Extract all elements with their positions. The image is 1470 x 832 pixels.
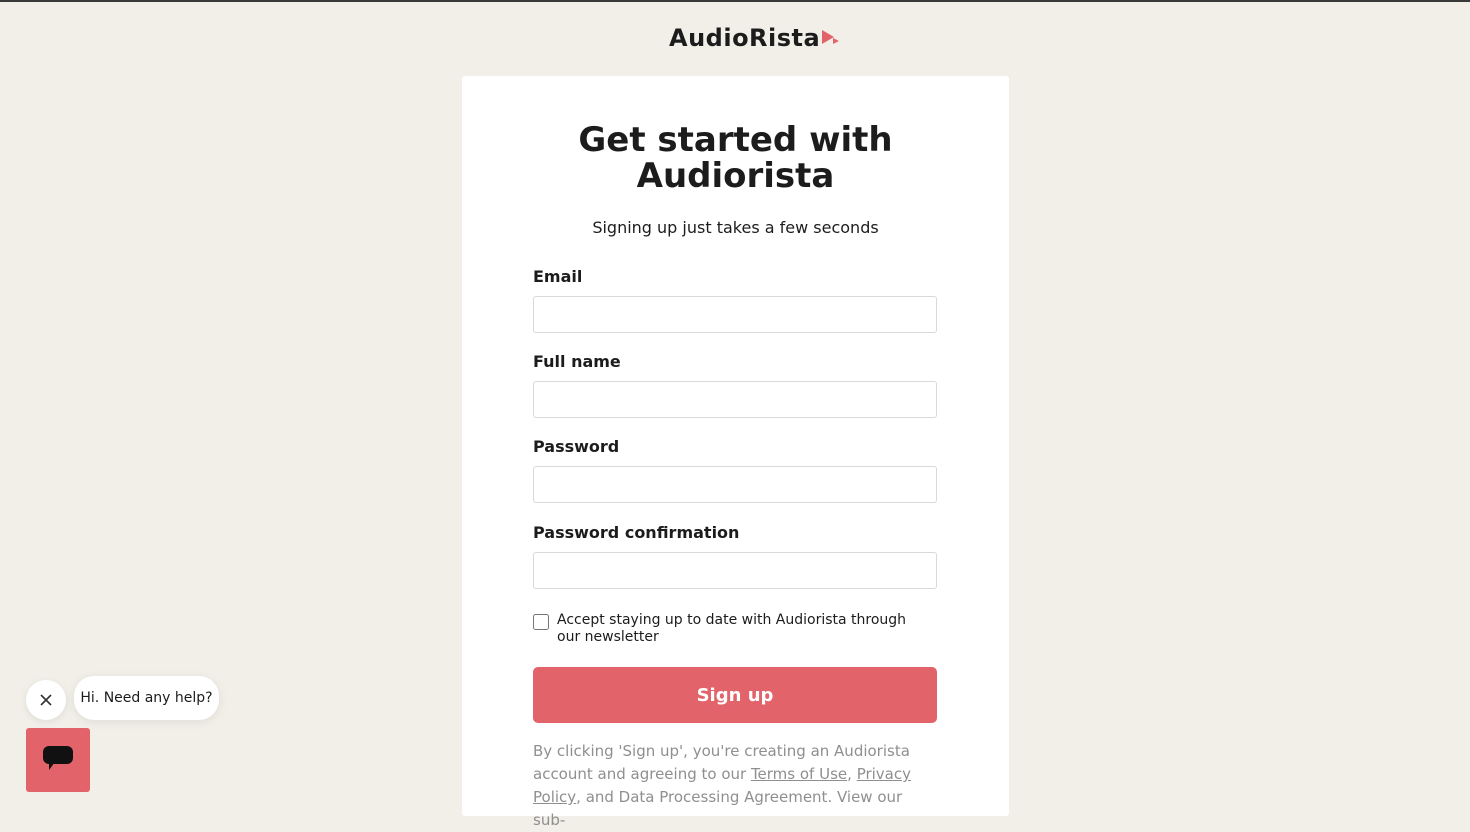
legal-notice: By clicking 'Sign up', you're creating a…	[533, 740, 937, 832]
password-confirmation-field[interactable]	[533, 552, 937, 589]
terms-of-use-link[interactable]: Terms of Use	[751, 765, 847, 783]
password-label: Password	[533, 437, 620, 456]
sign-up-button[interactable]: Sign up	[533, 667, 937, 723]
page-subtitle: Signing up just takes a few seconds	[592, 218, 879, 237]
email-label: Email	[533, 267, 583, 286]
title-line-1: Get started with	[578, 120, 893, 160]
chat-launcher-button[interactable]	[26, 728, 90, 792]
password-field[interactable]	[533, 466, 937, 503]
close-icon	[40, 691, 52, 710]
full-name-label: Full name	[533, 352, 621, 371]
logo-text: AudioRista	[669, 24, 821, 52]
newsletter-label[interactable]: Accept staying up to date with Audiorist…	[557, 612, 927, 646]
page-title: Get started with Audiorista	[462, 122, 1009, 194]
chat-close-button[interactable]	[26, 680, 66, 720]
password-confirmation-label: Password confirmation	[533, 523, 740, 542]
chat-bubble-icon	[42, 744, 74, 776]
legal-text-after: , and Data Processing Agreement. View ou…	[533, 788, 903, 829]
full-name-field[interactable]	[533, 381, 937, 418]
chat-greeting-bubble[interactable]: Hi. Need any help?	[74, 676, 219, 720]
newsletter-checkbox[interactable]	[533, 614, 549, 630]
top-border	[0, 0, 1470, 2]
email-field[interactable]	[533, 296, 937, 333]
play-triangle-icon	[822, 26, 842, 44]
brand-logo[interactable]: AudioRista	[669, 24, 842, 52]
title-line-2: Audiorista	[636, 156, 835, 196]
chat-greeting-text: Hi. Need any help?	[80, 690, 213, 706]
legal-separator: ,	[847, 765, 857, 783]
